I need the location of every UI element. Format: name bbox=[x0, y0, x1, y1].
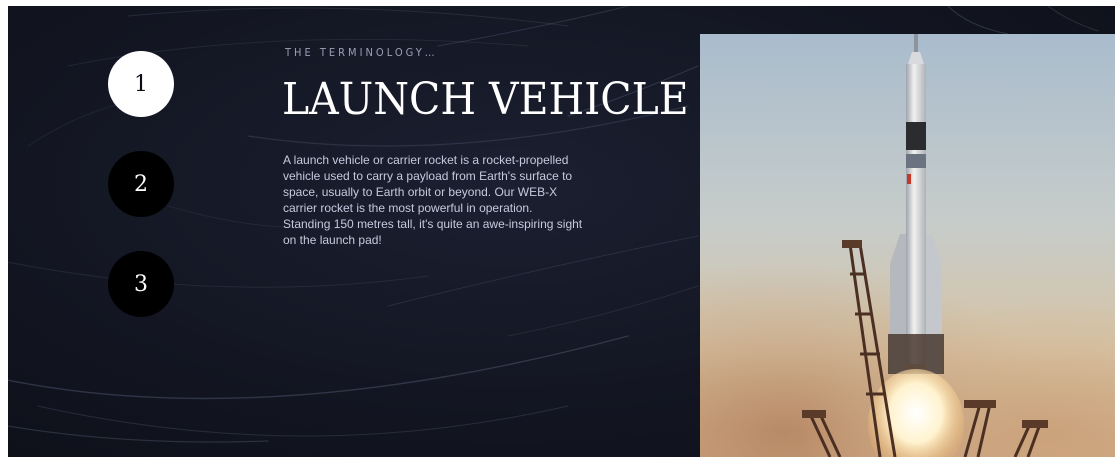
rocket-launch-illustration bbox=[700, 34, 1115, 457]
step-button-2[interactable]: 2 bbox=[108, 151, 174, 217]
step-button-3[interactable]: 3 bbox=[108, 251, 174, 317]
step-button-label: 2 bbox=[134, 171, 148, 197]
launch-vehicle-image bbox=[700, 34, 1115, 457]
technology-page: 1 2 3 THE TERMINOLOGY… LAUNCH VEHICLE A … bbox=[8, 6, 1115, 457]
step-button-1[interactable]: 1 bbox=[108, 51, 174, 117]
step-button-label: 3 bbox=[134, 271, 148, 297]
description-text: A launch vehicle or carrier rocket is a … bbox=[283, 153, 583, 247]
step-button-label: 1 bbox=[134, 71, 148, 97]
section-eyebrow: THE TERMINOLOGY… bbox=[285, 46, 438, 59]
page-title: LAUNCH VEHICLE bbox=[282, 74, 689, 125]
